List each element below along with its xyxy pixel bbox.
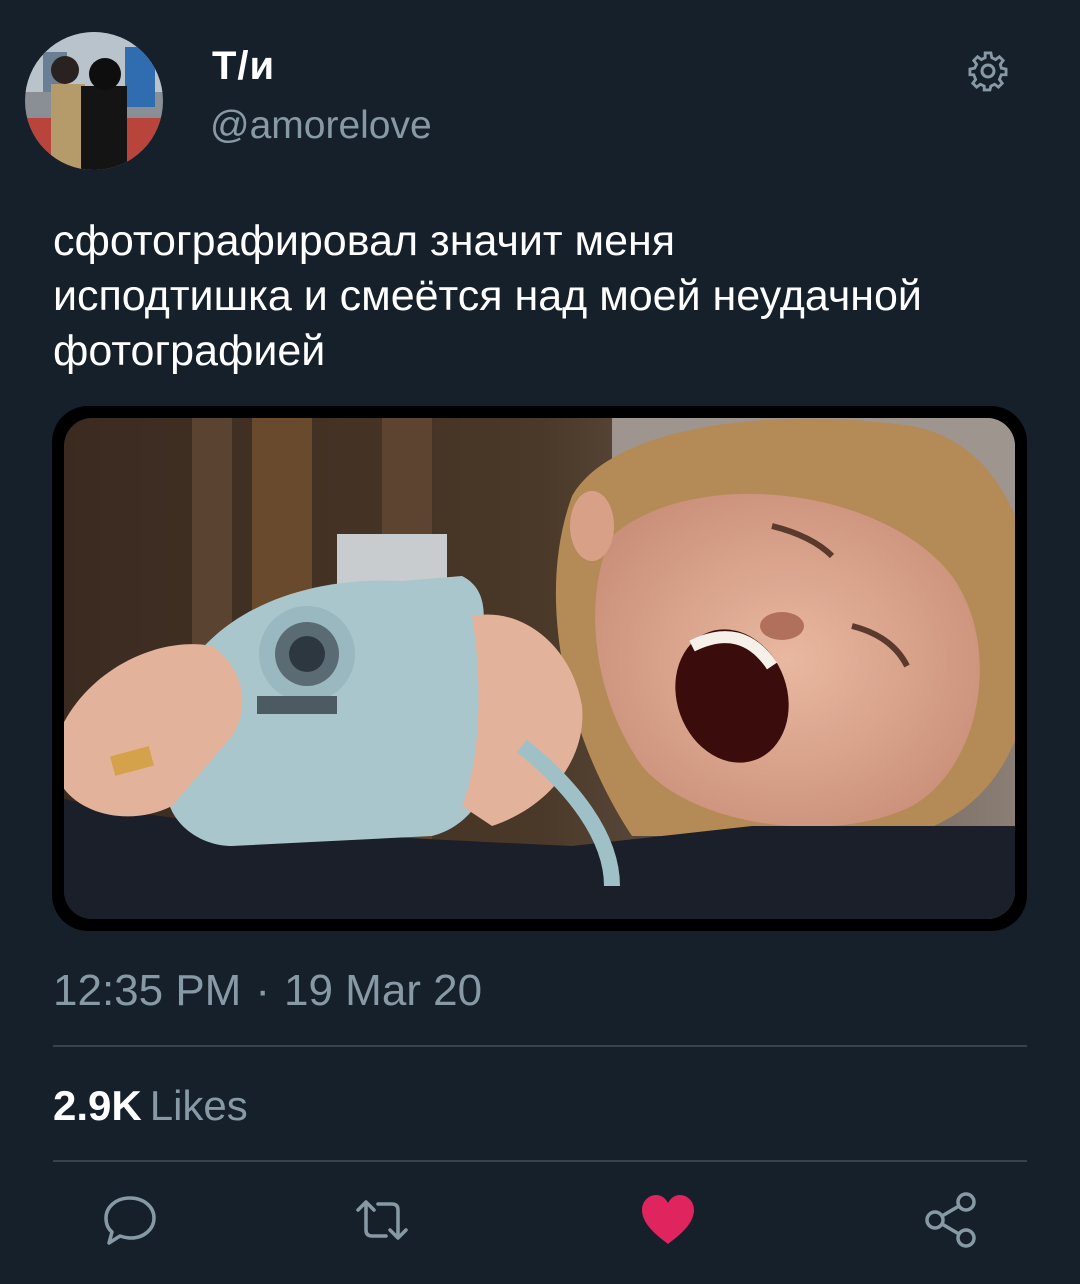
timestamp-separator: · — [255, 966, 270, 1015]
avatar-photo — [25, 32, 163, 170]
reply-icon[interactable] — [98, 1188, 162, 1252]
avatar[interactable] — [25, 32, 163, 170]
tweet-photo[interactable] — [52, 406, 1027, 931]
share-icon[interactable] — [920, 1188, 984, 1252]
heart-icon[interactable] — [636, 1188, 700, 1252]
divider — [53, 1045, 1027, 1047]
likes-label: Likes — [149, 1082, 248, 1129]
display-name[interactable]: Т/и — [212, 44, 275, 89]
likes-stat[interactable]: 2.9K Likes — [53, 1082, 248, 1130]
likes-count: 2.9K — [53, 1082, 142, 1129]
tweet-timestamp[interactable]: 12:35 PM · 19 Mar 20 — [53, 966, 482, 1016]
tweet-text: сфотографировал значит меня исподтишка и… — [53, 217, 922, 375]
user-handle[interactable]: @amorelove — [210, 104, 432, 148]
divider — [53, 1160, 1027, 1162]
tweet-time: 12:35 PM — [53, 966, 242, 1015]
gear-icon[interactable] — [964, 46, 1012, 94]
tweet-date: 19 Mar 20 — [284, 966, 483, 1015]
retweet-icon[interactable] — [350, 1188, 414, 1252]
